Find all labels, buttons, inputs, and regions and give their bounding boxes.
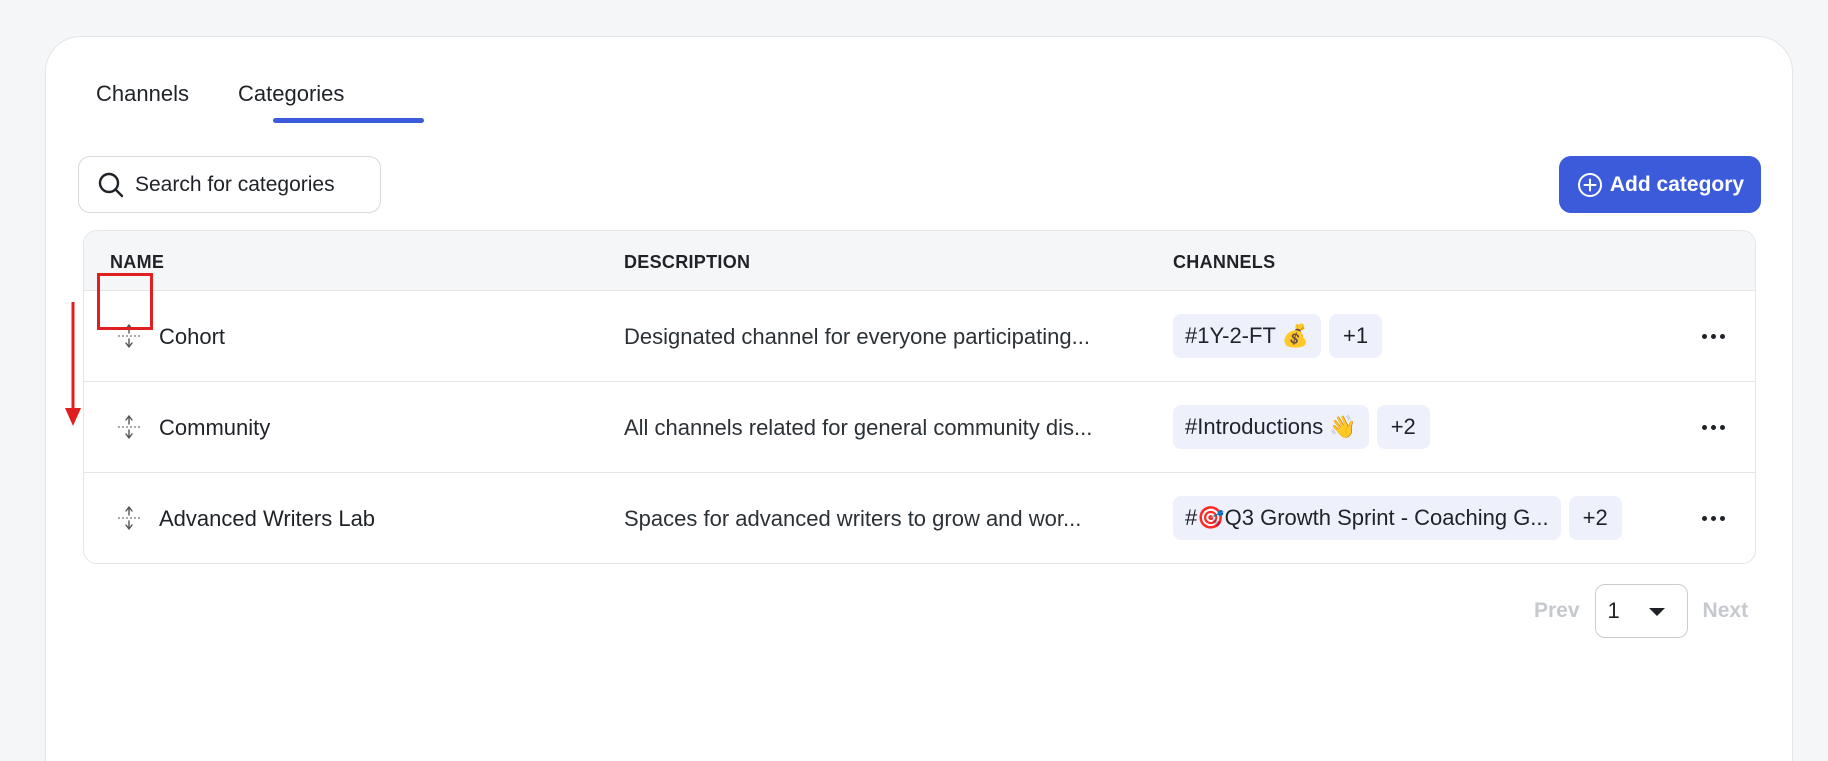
active-tab-indicator [273,118,424,123]
drag-handle-icon[interactable] [112,410,146,444]
channel-chip[interactable]: #Introductions 👋 [1173,405,1369,449]
column-header-name: NAME [110,252,165,272]
channel-chips: #Introductions 👋 +2 [1173,405,1430,449]
caret-down-icon [1648,608,1665,616]
channel-chip[interactable]: #🎯Q3 Growth Sprint - Coaching G... [1173,496,1561,540]
table-row[interactable]: Advanced Writers Lab Spaces for advanced… [84,473,1755,563]
category-description: All channels related for general communi… [624,415,1093,440]
more-options-icon[interactable] [1697,504,1729,532]
page-select[interactable]: 1 [1594,584,1688,638]
drag-handle-icon[interactable] [112,501,146,535]
search-box[interactable] [78,156,381,213]
table-row[interactable]: Community All channels related for gener… [84,382,1755,473]
tab-channels[interactable]: Channels [96,81,189,107]
column-header-channels: CHANNELS [1173,252,1276,272]
search-icon [98,172,124,197]
more-channels-chip[interactable]: +1 [1329,314,1383,358]
categories-table: NAME DESCRIPTION CHANNELS Cohort Designa… [83,230,1756,564]
more-channels-chip[interactable]: +2 [1568,496,1622,540]
more-options-icon[interactable] [1697,322,1729,350]
down-arrow-icon [65,302,81,426]
pagination: Prev 1 Next [1534,584,1748,638]
categories-panel: Channels Categories Add category NAME DE… [45,36,1793,761]
category-description: Spaces for advanced writers to grow and … [624,506,1082,531]
add-category-label: Add category [1609,172,1745,196]
category-name: Cohort [159,324,226,349]
search-input[interactable] [135,172,355,197]
column-header-description: DESCRIPTION [624,252,751,272]
channel-chips: #1Y-2-FT 💰 +1 [1173,314,1383,358]
more-options-icon[interactable] [1697,413,1729,441]
more-channels-chip[interactable]: +2 [1376,405,1430,449]
category-name: Community [159,415,271,440]
plus-circle-icon [1577,172,1602,197]
category-description: Designated channel for everyone particip… [624,324,1090,349]
tab-categories[interactable]: Categories [238,81,344,107]
add-category-button[interactable]: Add category [1559,156,1761,213]
prev-page-button[interactable]: Prev [1534,599,1580,623]
page-number: 1 [1607,598,1620,623]
category-name: Advanced Writers Lab [159,506,376,531]
highlight-box [97,273,153,330]
table-row[interactable]: Cohort Designated channel for everyone p… [84,291,1755,382]
channel-chip[interactable]: #1Y-2-FT 💰 [1173,314,1321,358]
next-page-button[interactable]: Next [1703,599,1749,623]
table-header: NAME DESCRIPTION CHANNELS [84,231,1755,291]
channel-chips: #🎯Q3 Growth Sprint - Coaching G... +2 [1173,496,1622,540]
